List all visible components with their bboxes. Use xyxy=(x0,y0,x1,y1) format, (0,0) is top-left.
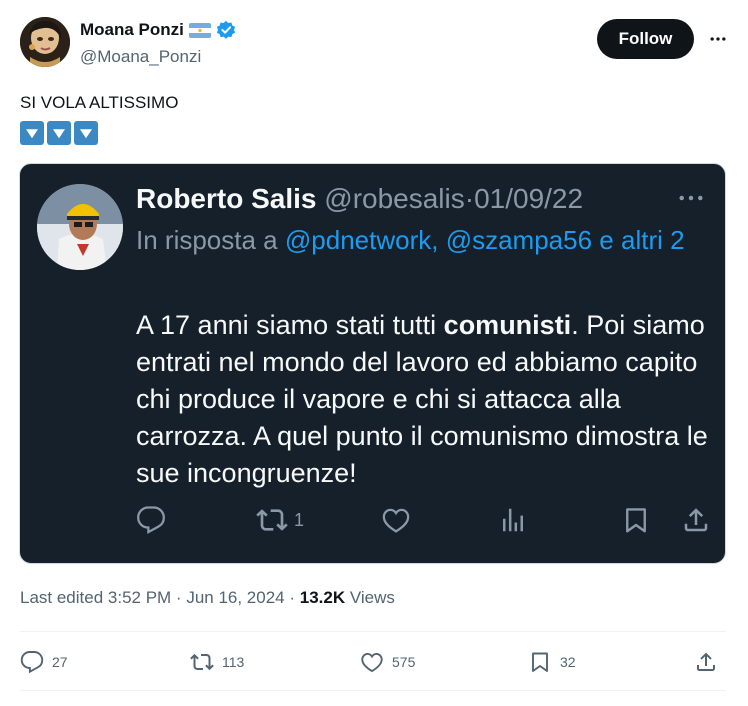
quoted-display-name: Roberto Salis xyxy=(136,183,317,214)
follow-button[interactable]: Follow xyxy=(597,19,694,59)
reply-button[interactable]: 27 xyxy=(20,650,68,674)
quoted-reply-context: In risposta a @pdnetwork, @szampa56 e al… xyxy=(136,221,696,259)
tweet-actions: 27 113 575 32 xyxy=(20,640,726,684)
quoted-share-icon xyxy=(681,504,711,536)
quoted-tweet-image[interactable]: Roberto Salis @robesalis·01/09/22 In ris… xyxy=(19,163,726,564)
author-avatar[interactable] xyxy=(20,17,70,67)
bookmark-count: 32 xyxy=(560,654,576,670)
share-button[interactable] xyxy=(694,650,718,674)
quoted-analytics-icon xyxy=(498,504,528,536)
quoted-date: 01/09/22 xyxy=(474,183,584,214)
quoted-like-icon xyxy=(381,504,411,536)
quoted-bookmark-icon xyxy=(621,504,651,536)
verified-badge-icon[interactable] xyxy=(216,20,236,40)
down-arrow-emoji-icon xyxy=(47,121,71,145)
argentina-flag-icon xyxy=(188,22,211,38)
quoted-retweet: 1 xyxy=(256,504,304,536)
quoted-body: A 17 anni siamo stati tutti comunisti. P… xyxy=(136,307,716,492)
quoted-header: Roberto Salis @robesalis·01/09/22 xyxy=(136,182,583,216)
views-label: Views xyxy=(349,588,395,607)
reply-mention-2: @szampa56 xyxy=(445,225,593,255)
divider-bottom xyxy=(20,690,726,691)
repost-count: 113 xyxy=(222,654,245,670)
quoted-handle: @robesalis xyxy=(324,183,465,214)
reply-count: 27 xyxy=(52,654,68,670)
quoted-author-avatar xyxy=(37,184,123,270)
repost-button[interactable]: 113 xyxy=(190,650,244,674)
divider-top xyxy=(20,631,726,632)
like-icon xyxy=(361,652,383,673)
quoted-body-start: A 17 anni siamo stati tutti xyxy=(136,310,444,340)
author-display-name[interactable]: Moana Ponzi xyxy=(80,20,184,40)
repost-icon xyxy=(190,653,214,671)
tweet-timestamp: Last edited 3:52 PM · Jun 16, 2024 · 13.… xyxy=(20,588,395,608)
down-arrow-emoji-icon xyxy=(74,121,98,145)
author-name-row: Moana Ponzi xyxy=(80,20,236,40)
reply-others: altri 2 xyxy=(620,225,685,255)
reply-mention-1: @pdnetwork, xyxy=(284,225,439,255)
bookmark-icon xyxy=(532,652,548,672)
quoted-actions: 1 xyxy=(136,504,711,536)
more-options-icon[interactable] xyxy=(706,27,730,51)
quoted-reply-icon xyxy=(136,504,166,536)
tweet-text: SI VOLA ALTISSIMO xyxy=(20,93,179,112)
tweet-header: Moana Ponzi @Moana_Ponzi Follow xyxy=(20,17,730,71)
reply-and: e xyxy=(599,225,614,255)
edited-timestamp[interactable]: Last edited 3:52 PM · Jun 16, 2024 · xyxy=(20,588,295,607)
quoted-retweet-count: 1 xyxy=(294,509,305,530)
like-count: 575 xyxy=(392,654,416,670)
quoted-body-bold: comunisti xyxy=(443,310,572,340)
author-handle[interactable]: @Moana_Ponzi xyxy=(80,47,201,67)
bookmark-button[interactable]: 32 xyxy=(528,650,576,674)
down-arrow-emoji-icon xyxy=(20,121,44,145)
like-button[interactable]: 575 xyxy=(360,650,415,674)
quoted-more-icon xyxy=(677,188,705,208)
quoted-retweet-icon xyxy=(256,509,288,531)
quoted-separator: · xyxy=(464,183,475,214)
reply-icon xyxy=(20,651,44,674)
share-icon xyxy=(697,652,715,671)
tweet-emoji-row xyxy=(20,121,98,145)
views-count: 13.2K xyxy=(299,588,346,607)
reply-prefix: In risposta a xyxy=(136,225,278,255)
